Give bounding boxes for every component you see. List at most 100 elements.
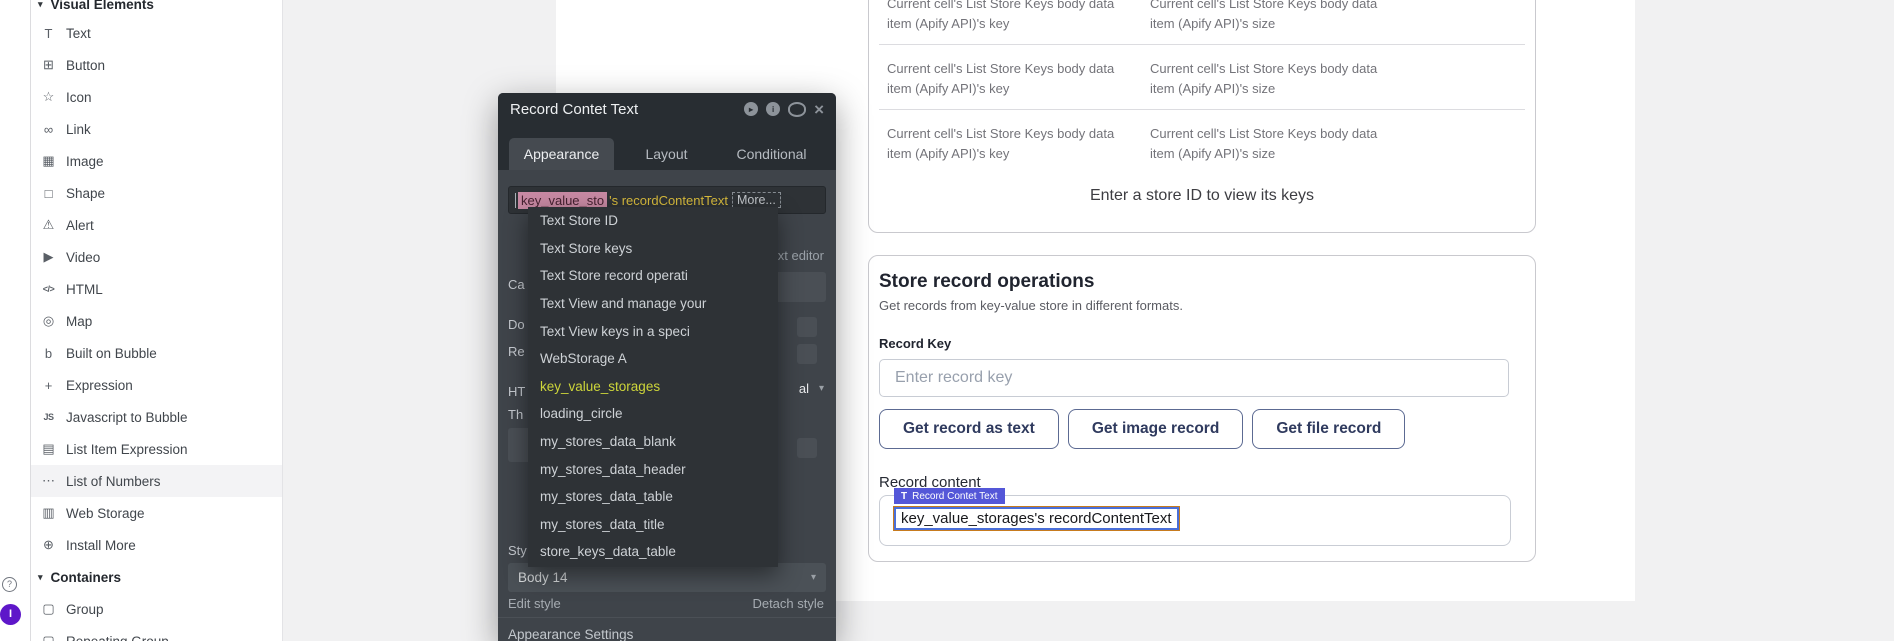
property-editor-tab[interactable]: Conditional	[719, 138, 824, 170]
size-cell[interactable]: Current cell's List Store Keys body data…	[1150, 124, 1413, 164]
expression-more-button[interactable]: More...	[732, 192, 781, 208]
palette-item-icon: ∞	[40, 122, 57, 137]
palette-item-label: Video	[66, 250, 100, 265]
obscured-label-fragment: HT	[508, 384, 525, 399]
dropdown-item-label: key_value_storages	[540, 379, 660, 394]
dropdown-item[interactable]: my_stores_data_header	[528, 455, 778, 483]
palette-item-label: Javascript to Bubble	[66, 410, 188, 425]
style-select[interactable]: Body 14 ▾	[508, 563, 826, 592]
record-action-button[interactable]: Get record as text	[879, 409, 1059, 449]
palette-item-icon: JS	[40, 412, 57, 422]
checkbox[interactable]	[797, 317, 817, 337]
palette-item-icon: ▤	[40, 441, 57, 457]
palette-item-icon: ⚠	[40, 217, 57, 233]
edit-style-link[interactable]: Edit style	[508, 596, 561, 611]
palette-item-label: Image	[66, 154, 104, 169]
dropdown-item[interactable]: store_keys_data_table	[528, 538, 778, 566]
text-element-icon: T	[901, 491, 907, 502]
dropdown-item[interactable]: Text View keys in a speci	[528, 317, 778, 345]
dropdown-item[interactable]: Text Store keys	[528, 235, 778, 263]
containers-header[interactable]: ▾ Containers	[38, 563, 121, 591]
visual-elements-list: T Text ⊞ Button ☆ Icon ∞ Link	[31, 17, 282, 561]
palette-item[interactable]: ⚠ Alert	[31, 209, 282, 241]
table-row[interactable]: Current cell's List Store Keys body data…	[879, 45, 1525, 110]
property-editor-titlebar[interactable]: Record Contet Text ▸ i ×	[498, 93, 836, 125]
palette-item-label: Icon	[66, 90, 92, 105]
selected-text-element[interactable]: key_value_storages's recordContentText	[894, 507, 1179, 530]
palette-item[interactable]: + Expression	[31, 369, 282, 401]
select-value-fragment: al	[799, 381, 809, 396]
palette-item[interactable]: ▶ Video	[31, 241, 282, 273]
record-key-input[interactable]	[879, 359, 1509, 397]
info-icon[interactable]: i	[766, 102, 780, 116]
palette-item[interactable]: ▢ Group	[31, 593, 282, 625]
containers-header-label: Containers	[51, 570, 122, 585]
palette-item[interactable]: b Built on Bubble	[31, 337, 282, 369]
key-cell[interactable]: Current cell's List Store Keys body data…	[887, 0, 1150, 34]
store-keys-table-card: Current cell's List Store Keys body data…	[868, 0, 1536, 233]
close-icon[interactable]: ×	[814, 101, 824, 118]
dropdown-item-label: my_stores_data_table	[540, 489, 673, 504]
size-cell[interactable]: Current cell's List Store Keys body data…	[1150, 59, 1413, 99]
palette-item[interactable]: □ Shape	[31, 177, 282, 209]
obscured-select[interactable]: al ▾	[799, 381, 824, 396]
checkbox[interactable]	[797, 344, 817, 364]
palette-item[interactable]: ⊕ Install More	[31, 529, 282, 561]
property-editor-tab[interactable]: Layout	[614, 138, 719, 170]
visual-elements-header[interactable]: ▾ Visual Elements	[38, 0, 154, 18]
palette-item[interactable]: ∞ Link	[31, 113, 282, 145]
palette-item[interactable]: ⊞ Button	[31, 49, 282, 81]
dropdown-item-label: loading_circle	[540, 406, 623, 421]
dropdown-item[interactable]: my_stores_data_table	[528, 483, 778, 511]
card-title: Store record operations	[879, 271, 1094, 293]
expression-token[interactable]: key_value_sto	[518, 192, 607, 209]
rich-text-editor-link-fragment[interactable]: xt editor	[778, 248, 824, 263]
store-record-operations-card: Store record operations Get records from…	[868, 255, 1536, 562]
dropdown-item[interactable]: key_value_storages	[528, 373, 778, 401]
dropdown-item[interactable]: Text Store ID	[528, 207, 778, 235]
comment-icon[interactable]	[788, 102, 806, 117]
preview-icon[interactable]: ▸	[744, 102, 758, 116]
palette-item[interactable]: ☆ Icon	[31, 81, 282, 113]
dropdown-item[interactable]: loading_circle	[528, 400, 778, 428]
palette-item[interactable]: ▥ Web Storage	[31, 497, 282, 529]
palette-item[interactable]: T Text	[31, 17, 282, 49]
palette-item[interactable]: ◎ Map	[31, 305, 282, 337]
palette-item[interactable]: JS Javascript to Bubble	[31, 401, 282, 433]
help-icon[interactable]: ?	[2, 577, 17, 592]
palette-item[interactable]: ▤ List Item Expression	[31, 433, 282, 465]
table-row[interactable]: Current cell's List Store Keys body data…	[879, 110, 1525, 174]
panel-divider	[498, 617, 836, 618]
property-editor-title: Record Contet Text	[510, 101, 744, 118]
dropdown-item-label: Text Store ID	[540, 213, 618, 228]
record-action-button[interactable]: Get file record	[1252, 409, 1405, 449]
intercom-icon[interactable]: I	[0, 604, 21, 625]
key-cell[interactable]: Current cell's List Store Keys body data…	[887, 124, 1150, 164]
property-editor-tab[interactable]: Appearance	[509, 138, 614, 170]
dropdown-item[interactable]: WebStorage A	[528, 345, 778, 373]
size-cell[interactable]: Current cell's List Store Keys body data…	[1150, 0, 1413, 34]
palette-item-icon: b	[40, 346, 57, 361]
palette-item-label: Button	[66, 58, 105, 73]
record-action-button[interactable]: Get image record	[1068, 409, 1244, 449]
style-select-value: Body 14	[518, 570, 568, 585]
dropdown-item-label: Text View keys in a speci	[540, 324, 690, 339]
dropdown-item[interactable]: Text Store record operati	[528, 262, 778, 290]
palette-item[interactable]: ▢ Repeating Group	[31, 625, 282, 641]
palette-item-icon: ▢	[40, 633, 57, 641]
selected-element-badge: T Record Contet Text	[894, 488, 1005, 504]
checkbox[interactable]	[797, 438, 817, 458]
palette-item[interactable]: ▦ Image	[31, 145, 282, 177]
palette-item-label: Install More	[66, 538, 136, 553]
dropdown-item-label: my_stores_data_header	[540, 462, 686, 477]
text-cursor	[515, 193, 516, 208]
detach-style-link[interactable]: Detach style	[752, 596, 824, 611]
palette-item[interactable]: ⋯ List of Numbers	[31, 465, 282, 497]
palette-item[interactable]: </> HTML	[31, 273, 282, 305]
dropdown-item[interactable]: my_stores_data_blank	[528, 428, 778, 456]
dropdown-item[interactable]: Text View and manage your	[528, 290, 778, 318]
table-row[interactable]: Current cell's List Store Keys body data…	[879, 0, 1525, 45]
key-cell[interactable]: Current cell's List Store Keys body data…	[887, 59, 1150, 99]
dropdown-item[interactable]: my_stores_data_title	[528, 511, 778, 539]
chevron-down-icon: ▾	[38, 0, 43, 10]
